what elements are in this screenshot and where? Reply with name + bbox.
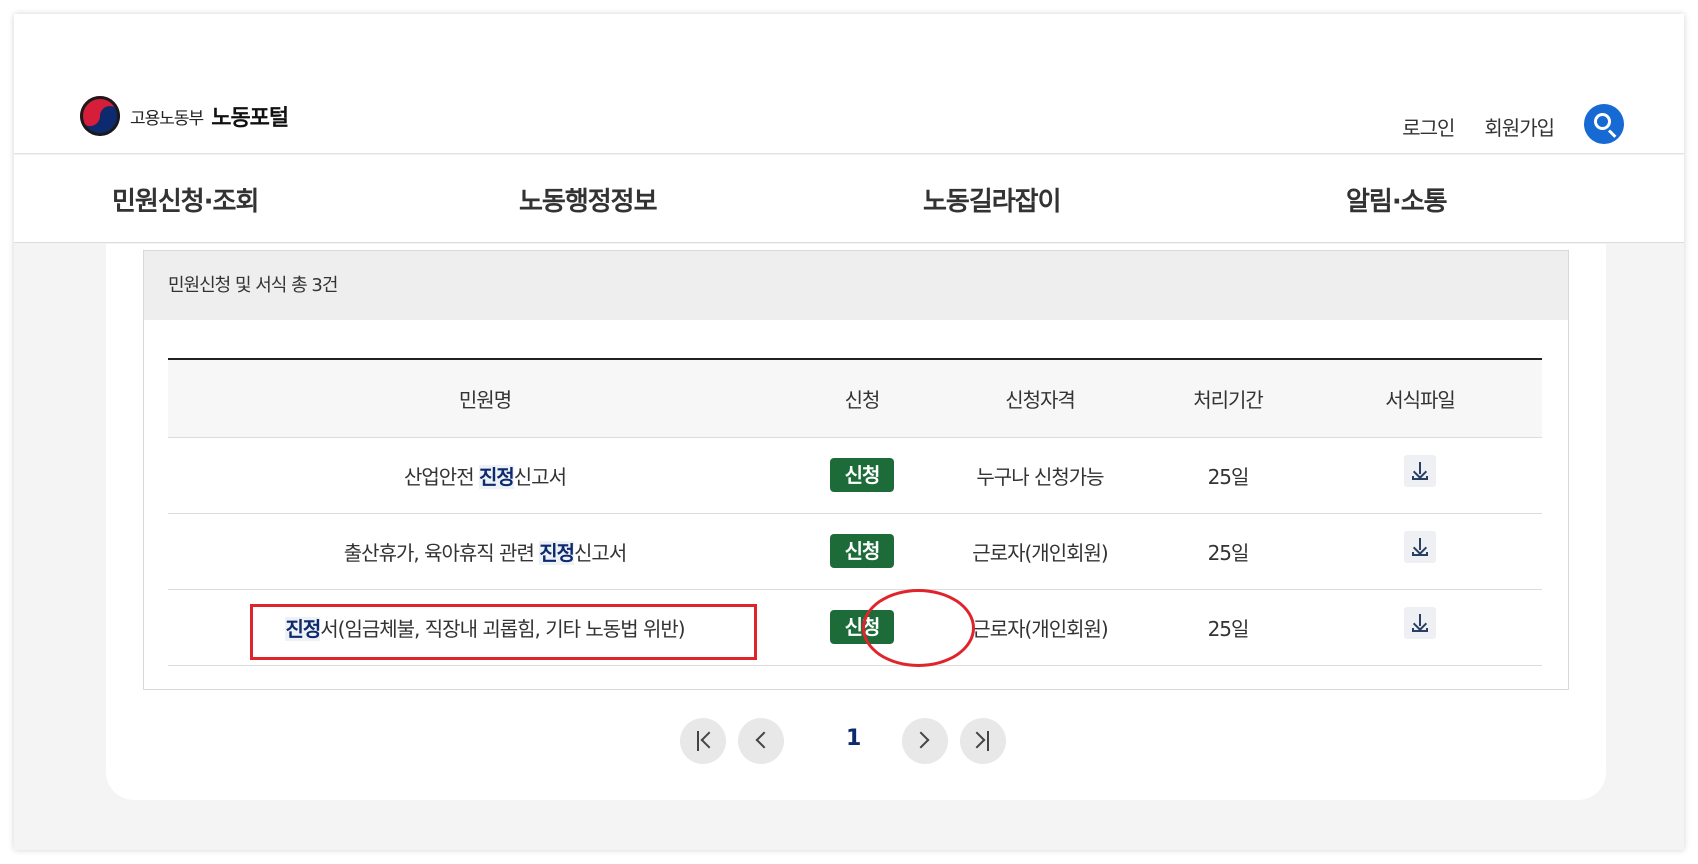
apply-button[interactable]: 신청 xyxy=(830,458,894,492)
site-logo[interactable]: 고용노동부 노동포털 xyxy=(80,96,289,136)
column-header-qualification: 신청자격 xyxy=(922,359,1158,438)
current-page-number[interactable]: 1 xyxy=(846,726,861,751)
petition-name[interactable]: 출산휴가, 육아휴직 관련 진정신고서 xyxy=(168,513,802,590)
column-header-apply: 신청 xyxy=(802,359,922,438)
period-cell: 25일 xyxy=(1158,437,1298,514)
annotation-highlight-circle xyxy=(862,589,975,667)
qualification-cell: 근로자(개인회원) xyxy=(922,513,1158,590)
chevron-left-icon xyxy=(755,731,773,749)
previous-page-button[interactable] xyxy=(738,718,784,764)
pagination: 1 xyxy=(0,718,1698,764)
qualification-cell: 누구나 신청가능 xyxy=(922,437,1158,514)
global-navigation: 민원신청·조회 노동행정정보 노동길라잡이 알림·소통 xyxy=(14,155,1684,243)
download-icon[interactable] xyxy=(1404,455,1436,488)
table-row: 산업안전 진정신고서 신청 누구나 신청가능 25일 xyxy=(168,437,1542,514)
column-header-form-file: 서식파일 xyxy=(1298,359,1542,438)
logo-ministry-name: 고용노동부 xyxy=(130,108,204,129)
search-icon xyxy=(1594,113,1611,130)
search-button[interactable] xyxy=(1584,104,1624,144)
gnb-item-notice[interactable]: 알림·소통 xyxy=(1346,181,1448,218)
period-cell: 25일 xyxy=(1158,589,1298,666)
last-page-button[interactable] xyxy=(960,718,1006,764)
chevron-double-right-icon xyxy=(968,731,986,749)
chevron-double-left-icon xyxy=(700,731,718,749)
utility-menu: 로그인 회원가입 xyxy=(1402,104,1624,144)
gnb-item-civil-petition[interactable]: 민원신청·조회 xyxy=(112,181,259,218)
apply-button[interactable]: 신청 xyxy=(830,534,894,568)
login-link[interactable]: 로그인 xyxy=(1402,112,1455,141)
column-header-name: 민원명 xyxy=(168,359,802,438)
period-cell: 25일 xyxy=(1158,513,1298,590)
gnb-item-labor-guide[interactable]: 노동길라잡이 xyxy=(923,181,1062,218)
chevron-right-icon xyxy=(912,731,930,749)
site-header: 고용노동부 노동포털 로그인 회원가입 xyxy=(14,14,1684,154)
search-keyword-highlight: 진정 xyxy=(539,540,575,565)
logo-portal-name: 노동포털 xyxy=(211,106,289,131)
search-keyword-highlight: 진정 xyxy=(478,464,515,489)
first-page-button[interactable] xyxy=(680,718,726,764)
next-page-button[interactable] xyxy=(902,718,948,764)
petition-name[interactable]: 산업안전 진정신고서 xyxy=(168,437,802,514)
download-icon[interactable] xyxy=(1404,531,1436,564)
annotation-highlight-box xyxy=(250,604,757,660)
gnb-item-labor-admin[interactable]: 노동행정정보 xyxy=(519,181,658,218)
taegeuk-emblem-icon xyxy=(80,96,120,136)
download-icon[interactable] xyxy=(1404,607,1436,640)
column-header-period: 처리기간 xyxy=(1158,359,1298,438)
signup-link[interactable]: 회원가입 xyxy=(1484,112,1555,141)
table-row: 출산휴가, 육아휴직 관련 진정신고서 신청 근로자(개인회원) 25일 xyxy=(168,513,1542,590)
result-summary: 민원신청 및 서식 총 3건 xyxy=(144,251,1568,320)
table-header-row: 민원명 신청 신청자격 처리기간 서식파일 xyxy=(168,359,1542,438)
